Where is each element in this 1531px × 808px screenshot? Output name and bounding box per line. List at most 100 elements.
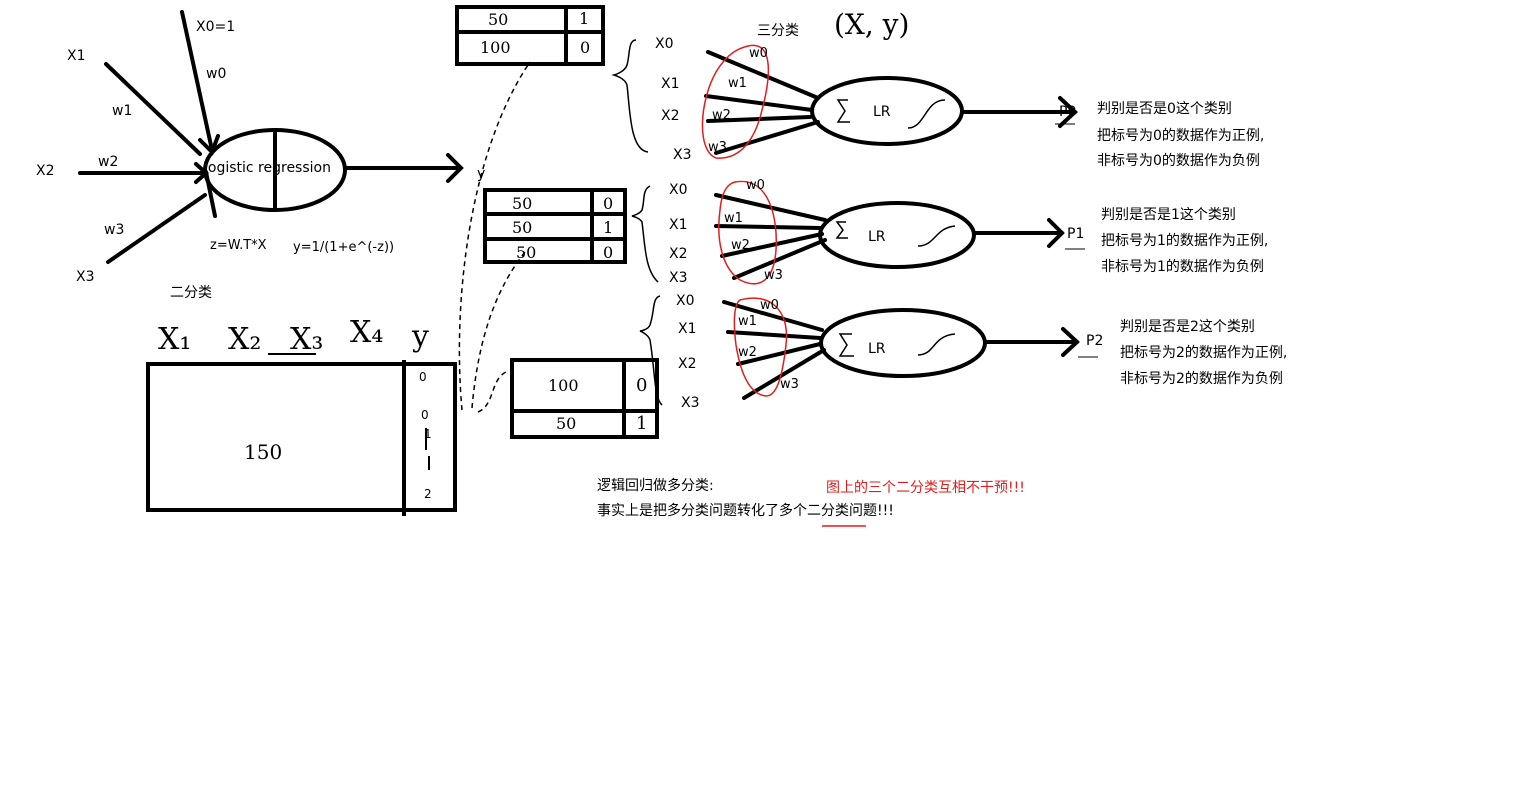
node-label: logistic regression xyxy=(204,160,331,176)
branch-1-weight: w3 xyxy=(764,268,783,283)
branch-1-lr-node xyxy=(818,201,976,269)
table-a-cell: 1 xyxy=(579,9,590,28)
branch-0-weight: w3 xyxy=(708,140,727,155)
table-b-cell: 50 xyxy=(516,243,537,262)
branch-0-weight: w2 xyxy=(712,108,731,123)
sigmoid-1 xyxy=(917,225,956,247)
dataset-rect xyxy=(146,362,457,512)
branch-2-input: X1 xyxy=(678,321,697,337)
branch-2-node-label: LR xyxy=(868,341,886,357)
branch-1-input: X1 xyxy=(669,217,688,233)
branch-0-edge-x3 xyxy=(714,120,820,155)
sigma-1 xyxy=(835,221,848,239)
branch-0-note: 把标号为0的数据作为正例, xyxy=(1097,128,1265,144)
branch-1-node-label: LR xyxy=(868,229,886,245)
branch-1-weight: w1 xyxy=(724,211,743,226)
w1-label: w1 xyxy=(112,103,133,119)
column-header: y xyxy=(412,319,429,354)
w0-label: w0 xyxy=(206,66,227,82)
multiclass-title: 三分类 xyxy=(757,23,799,39)
brace-2 xyxy=(631,185,659,283)
table-b-cell: 50 xyxy=(512,218,533,237)
sigma-0 xyxy=(836,99,850,123)
summary-red-note: 图上的三个二分类互相不干预!!! xyxy=(826,480,1025,496)
branch-0-output: P0 xyxy=(1059,104,1077,120)
branch-1-note: 判别是否是1这个类别 xyxy=(1101,207,1236,223)
brace-1 xyxy=(611,39,649,153)
table-b-cell: 0 xyxy=(603,194,614,213)
branch-1-input: X2 xyxy=(669,246,688,262)
table-c-cell: 1 xyxy=(636,413,648,434)
table-a-cell: 0 xyxy=(580,38,591,57)
column-header: X₄ xyxy=(350,315,384,350)
branch-0-input: X3 xyxy=(673,147,692,163)
branch-0-note: 判别是否是0这个类别 xyxy=(1097,101,1232,117)
branch-1-input: X0 xyxy=(669,182,688,198)
branch-2-input: X0 xyxy=(676,293,695,309)
branch-2-input: X3 xyxy=(681,395,700,411)
x2-label: X2 xyxy=(36,163,55,179)
branch-2-input: X2 xyxy=(678,356,697,372)
x3-label: X3 xyxy=(76,269,95,285)
formula-y: y=1/(1+e^(-z)) xyxy=(293,240,395,255)
branch-0-note: 非标号为0的数据作为负例 xyxy=(1097,153,1260,169)
table-c-cell: 50 xyxy=(556,414,577,433)
column-header: X₁ xyxy=(158,322,192,357)
sigmoid-2 xyxy=(917,333,956,356)
diagram-canvas xyxy=(78,5,1098,527)
xy-note: (X, y) xyxy=(834,8,910,41)
branch-0-weight: w0 xyxy=(749,46,768,61)
column-header: X₃ xyxy=(290,322,324,357)
sigma-2 xyxy=(838,333,854,357)
table-c-cell: 100 xyxy=(548,376,579,395)
branch-2-note: 非标号为2的数据作为负例 xyxy=(1120,371,1283,387)
table-c-cell: 0 xyxy=(636,375,648,396)
output-y-label: y xyxy=(477,166,486,182)
binary-caption: 二分类 xyxy=(170,285,212,301)
branch-1-weight: w0 xyxy=(746,178,765,193)
sigmoid-0 xyxy=(907,99,946,129)
y-value: 2 xyxy=(424,487,432,501)
branch-0-node-label: LR xyxy=(873,104,891,120)
w2-label: w2 xyxy=(98,154,119,170)
w3-label: w3 xyxy=(104,222,125,238)
table-b-cell: 0 xyxy=(603,243,614,262)
table-b-cell: 1 xyxy=(603,218,614,237)
dataset-row-count: 150 xyxy=(244,440,283,464)
x1-label: X1 xyxy=(67,48,86,64)
table-a-cell: 100 xyxy=(480,38,511,57)
branch-0 xyxy=(704,50,1078,155)
branch-2-output: P2 xyxy=(1086,333,1104,349)
table-b-cell: 50 xyxy=(512,194,533,213)
branch-2-note: 把标号为2的数据作为正例, xyxy=(1120,345,1288,361)
y-value: 0 xyxy=(421,408,429,422)
branch-0-input: X2 xyxy=(661,108,680,124)
y-value: 1 xyxy=(424,427,432,441)
branch-1-note: 非标号为1的数据作为负例 xyxy=(1101,259,1264,275)
branch-1-weight: w2 xyxy=(731,238,750,253)
y-value: 0 xyxy=(419,370,427,384)
branch-2-weight: w0 xyxy=(760,298,779,313)
branch-0-weight: w1 xyxy=(728,76,747,91)
branch-2-weight: w3 xyxy=(780,377,799,392)
branch-2-weight: w1 xyxy=(738,314,757,329)
branch-1 xyxy=(714,193,1065,280)
dataset-table xyxy=(146,353,457,516)
branch-0-input: X0 xyxy=(655,36,674,52)
branch-2-edge-x1 xyxy=(726,330,822,340)
branch-1-output: P1 xyxy=(1067,226,1085,242)
input-braces xyxy=(611,39,663,406)
branch-1-input: X3 xyxy=(669,270,688,286)
split-arrow-c xyxy=(477,371,507,413)
branch-2 xyxy=(722,300,1080,400)
x0-label: X0=1 xyxy=(196,19,236,35)
split-arrow-b xyxy=(471,251,526,409)
branch-1-note: 把标号为1的数据作为正例, xyxy=(1101,233,1269,249)
branch-2-note: 判别是否是2这个类别 xyxy=(1120,319,1255,335)
table-a-cell: 50 xyxy=(488,10,509,29)
branch-0-input: X1 xyxy=(661,76,680,92)
summary-line-1: 逻辑回归做多分类: xyxy=(597,478,714,494)
summary-line-2: 事实上是把多分类问题转化了多个二分类问题!!! xyxy=(597,503,894,519)
binary-lr-group xyxy=(78,10,464,264)
column-header: X₂ xyxy=(228,322,262,357)
